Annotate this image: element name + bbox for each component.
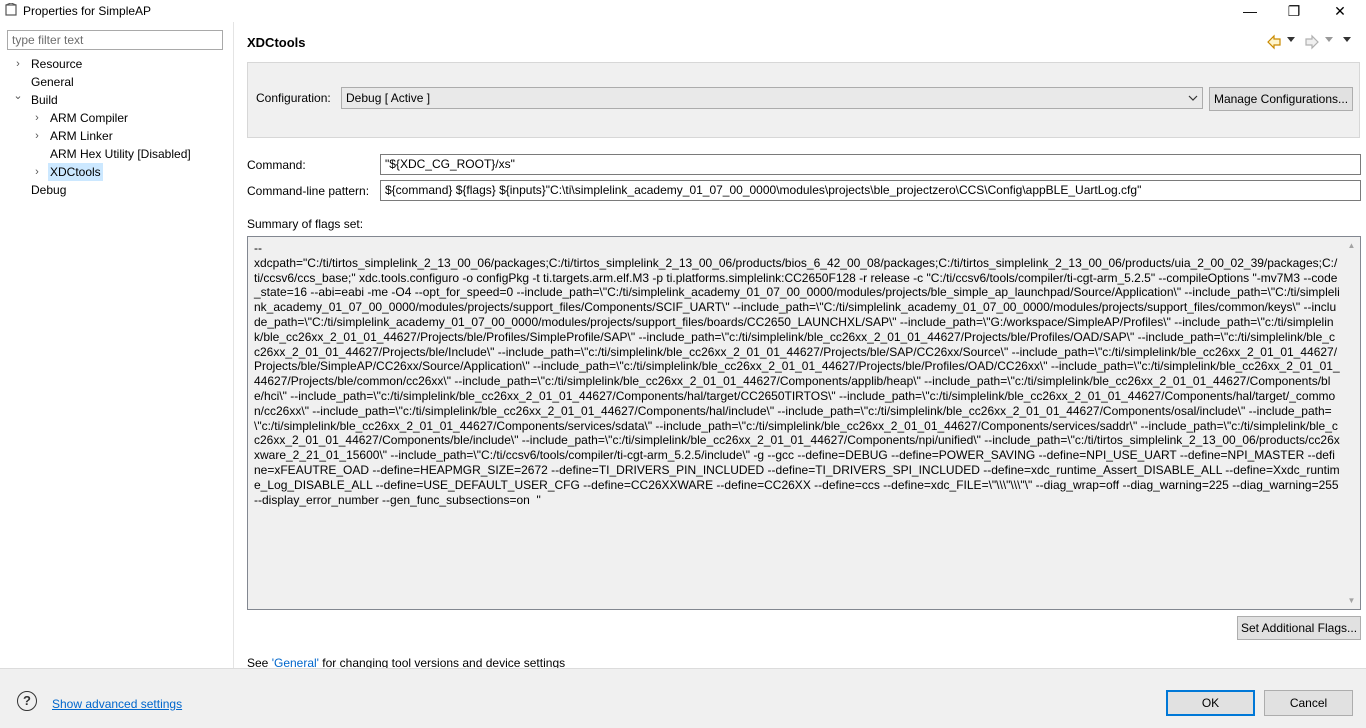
cancel-button[interactable]: Cancel [1264,690,1353,716]
chevron-right-icon[interactable]: › [31,163,43,181]
close-icon: ✕ [1334,2,1346,19]
tree-item-label: ARM Hex Utility [Disabled] [50,147,191,161]
forward-dropdown-icon[interactable] [1325,37,1333,43]
scroll-up-icon[interactable]: ▲ [1343,237,1360,254]
flags-summary-text: -- xdcpath="C:/ti/tirtos_simplelink_2_13… [254,241,1340,507]
app-icon [5,3,17,16]
summary-label: Summary of flags set: [247,217,364,231]
configuration-label: Configuration: [256,91,331,105]
vertical-scrollbar[interactable]: ▲ ▼ [1343,237,1360,609]
tree-item-label: ARM Linker [50,129,113,143]
minimize-icon: — [1243,3,1257,19]
restore-icon: ❐ [1287,2,1301,19]
tree-item-label: XDCtools [48,163,103,181]
manage-configurations-button[interactable]: Manage Configurations... [1209,87,1353,111]
command-label: Command: [247,158,306,172]
minimize-button[interactable]: — [1228,0,1272,22]
show-advanced-settings-link[interactable]: Show advanced settings [52,697,182,711]
configuration-group: Configuration: Debug [ Active ] Manage C… [247,62,1360,138]
chevron-down-icon[interactable]: ⌄ [12,87,24,105]
flags-summary-area[interactable]: -- xdcpath="C:/ti/tirtos_simplelink_2_13… [247,236,1361,610]
filter-input[interactable] [7,30,223,50]
ok-button[interactable]: OK [1166,690,1255,716]
back-arrow-icon[interactable] [1266,34,1282,50]
chevron-right-icon[interactable]: › [31,127,43,145]
configuration-value: Debug [ Active ] [346,91,431,105]
page-title: XDCtools [247,35,306,50]
scroll-down-icon[interactable]: ▼ [1343,592,1360,609]
tree-item-label: Resource [31,57,83,71]
title-bar: Properties for SimpleAP — ❐ ✕ [0,0,1366,22]
forward-arrow-icon[interactable] [1304,34,1320,50]
maximize-button[interactable]: ❐ [1272,0,1316,22]
command-field[interactable]: "${XDC_CG_ROOT}/xs" [380,154,1361,175]
tree-item-label: Debug [31,183,67,197]
properties-page: XDCtools Configuration: Debug [ Active ]… [235,22,1366,670]
close-button[interactable]: ✕ [1318,0,1362,22]
window-title: Properties for SimpleAP [23,4,152,18]
command-pattern-label: Command-line pattern: [247,184,370,198]
command-pattern-field[interactable]: ${command} ${flags} ${inputs}"C:\ti\simp… [380,180,1361,201]
set-additional-flags-button[interactable]: Set Additional Flags... [1237,616,1361,640]
chevron-right-icon[interactable]: › [31,109,43,127]
configuration-select[interactable]: Debug [ Active ] [341,87,1203,109]
tree-item-label: General [31,75,74,89]
view-menu-icon[interactable] [1343,37,1351,43]
help-icon[interactable]: ? [17,691,37,711]
back-dropdown-icon[interactable] [1287,37,1295,43]
tree-item-label: ARM Compiler [50,111,129,125]
settings-tree-pane: › Resource General ⌄ Build › ARM Compile… [0,22,234,668]
tree-item-label: Build [31,93,58,107]
chevron-down-icon [1188,95,1198,101]
chevron-right-icon[interactable]: › [12,55,24,73]
dialog-button-bar: ? Show advanced settings OK Cancel [0,668,1366,728]
